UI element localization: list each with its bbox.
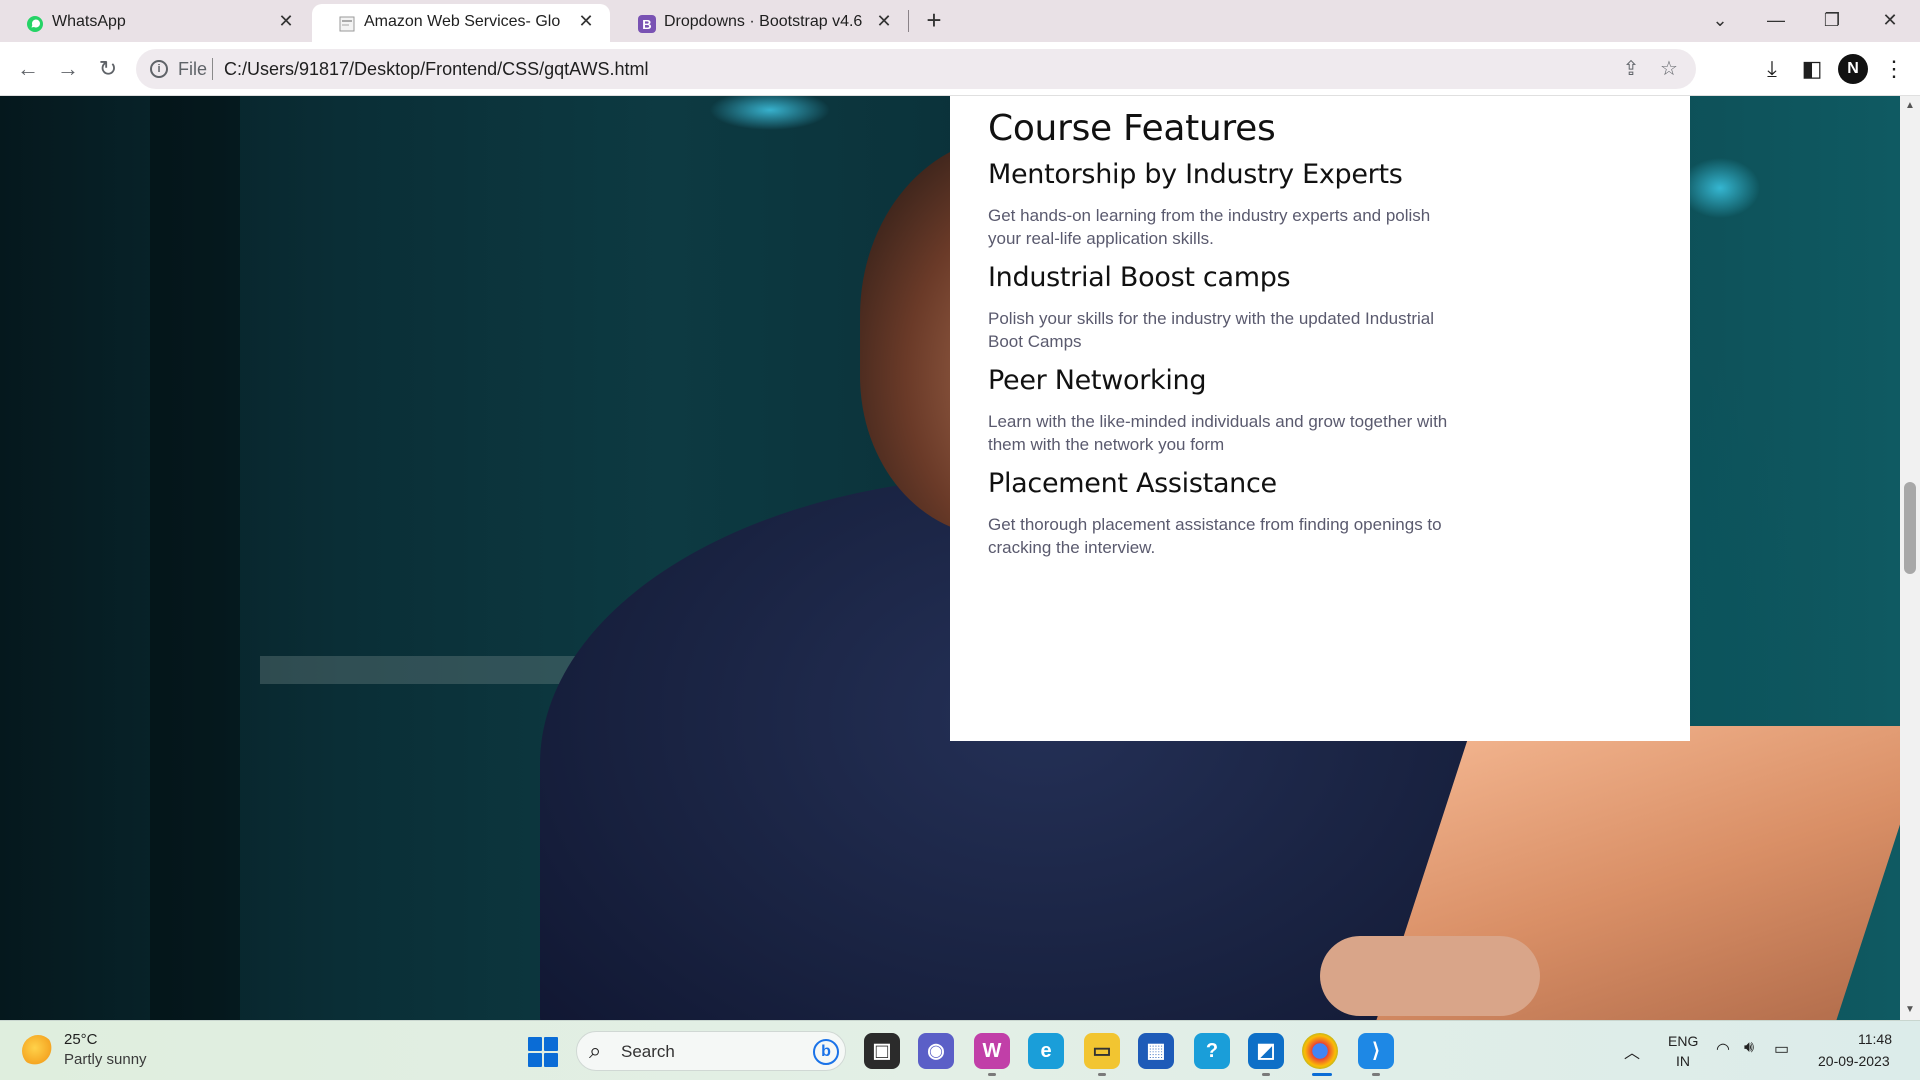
share-icon[interactable]: ⇪ [1620, 58, 1642, 80]
media-app-icon[interactable]: W [974, 1033, 1010, 1069]
tab-label: Amazon Web Services- Global Q [364, 13, 560, 30]
feature-title: Industrial Boost camps [988, 262, 1291, 293]
close-icon[interactable]: ✕ [276, 11, 296, 31]
svg-text:B: B [642, 17, 651, 32]
scroll-up-arrow-icon[interactable]: ▲ [1905, 100, 1915, 111]
feature-item: Mentorship by Industry Experts Get hands… [988, 159, 1652, 250]
search-icon: ⌕ [589, 1038, 602, 1063]
page-title: Course Features [988, 108, 1276, 149]
hand [1320, 936, 1540, 1016]
chat-app-icon[interactable]: ◩ [1248, 1033, 1284, 1069]
back-arrow-icon[interactable]: ← [14, 55, 42, 83]
tab-bootstrap-dropdowns[interactable]: B Dropdowns · Bootstrap v4.6 ✕ [612, 4, 908, 42]
feature-text: Get thorough placement assistance from f… [988, 515, 1442, 557]
forward-arrow-icon[interactable]: → [54, 55, 82, 83]
info-icon[interactable]: i [150, 60, 168, 78]
address-bar[interactable]: i File C:/Users/91817/Desktop/Frontend/C… [136, 49, 1696, 89]
taskbar-search[interactable]: ⌕ Search b [576, 1031, 846, 1071]
battery-icon[interactable]: ▭ [1774, 1039, 1789, 1059]
close-icon[interactable]: ✕ [576, 11, 596, 31]
menu-kebab-icon[interactable]: ⋮ [1880, 55, 1908, 83]
feature-title: Peer Networking [988, 365, 1207, 396]
feature-text: Polish your skills for the industry with… [988, 309, 1435, 351]
url-text[interactable]: C:/Users/91817/Desktop/Frontend/CSS/gqtA… [224, 59, 649, 80]
active-indicator [1312, 1073, 1332, 1076]
clock-time[interactable]: 11:48 [1858, 1031, 1892, 1047]
feature-title: Mentorship by Industry Experts [988, 159, 1403, 190]
new-tab-button[interactable]: + [920, 7, 948, 35]
scrollbar-thumb[interactable] [1904, 482, 1916, 574]
bookmark-star-icon[interactable]: ☆ [1658, 58, 1680, 80]
running-indicator [988, 1073, 996, 1076]
whatsapp-icon [27, 16, 43, 32]
tab-separator [908, 10, 909, 32]
clock-date[interactable]: 20-09-2023 [1818, 1053, 1890, 1069]
file-explorer-icon[interactable]: ▭ [1084, 1033, 1120, 1069]
divider [212, 58, 213, 80]
microsoft-store-icon[interactable]: ▦ [1138, 1033, 1174, 1069]
tab-whatsapp[interactable]: WhatsApp ✕ [0, 4, 310, 42]
tab-amazon-web-services[interactable]: Amazon Web Services- Global Q ✕ [312, 4, 610, 42]
bootstrap-icon: B [638, 15, 656, 33]
page-viewport: Course Features Mentorship by Industry E… [0, 96, 1900, 1020]
feature-text: Learn with the like-minded individuals a… [988, 412, 1448, 454]
search-label: Search [621, 1042, 675, 1061]
page-icon [339, 16, 355, 32]
browser-toolbar: ← → ↻ i File C:/Users/91817/Desktop/Fron… [0, 42, 1920, 96]
wifi-icon[interactable]: ◠ [1716, 1039, 1730, 1059]
weather-temperature[interactable]: 25°C [64, 1031, 98, 1048]
close-icon[interactable]: ✕ [874, 11, 894, 31]
feature-item: Peer Networking Learn with the like-mind… [988, 365, 1652, 456]
task-view-icon[interactable]: ▣ [864, 1033, 900, 1069]
running-indicator [1098, 1073, 1106, 1076]
vscode-icon[interactable]: ⟩ [1358, 1033, 1394, 1069]
feature-text: Get hands-on learning from the industry … [988, 206, 1431, 248]
close-window-button[interactable]: ✕ [1870, 6, 1910, 34]
feature-title: Placement Assistance [988, 468, 1277, 499]
windows-taskbar: 25°C Partly sunny ⌕ Search b ▣ ◉ W e ▭ ▦… [0, 1020, 1920, 1080]
background-shadow [150, 96, 240, 1020]
edge-icon[interactable]: e [1028, 1033, 1064, 1069]
tab-label: Dropdowns · Bootstrap v4.6 [664, 13, 863, 30]
weather-partly-sunny-icon[interactable] [22, 1035, 54, 1067]
minimize-button[interactable]: — [1756, 6, 1796, 34]
tab-strip: WhatsApp ✕ Amazon Web Services- Global Q… [0, 0, 1920, 42]
restore-button[interactable]: ❐ [1812, 6, 1852, 34]
feature-item: Placement Assistance Get thorough placem… [988, 468, 1652, 559]
language-indicator[interactable]: ENG [1668, 1033, 1698, 1049]
windows-start-icon[interactable] [528, 1037, 558, 1067]
page-scrollbar[interactable]: ▲ ▼ [1900, 96, 1920, 1020]
feature-item: Industrial Boost camps Polish your skill… [988, 262, 1652, 353]
running-indicator [1372, 1073, 1380, 1076]
scroll-down-arrow-icon[interactable]: ▼ [1905, 1004, 1915, 1015]
running-indicator [1262, 1073, 1270, 1076]
region-indicator[interactable]: IN [1676, 1053, 1690, 1069]
weather-description[interactable]: Partly sunny [64, 1051, 147, 1068]
volume-icon[interactable]: 🔊︎ [1744, 1039, 1754, 1057]
chrome-icon[interactable] [1302, 1033, 1338, 1069]
show-hidden-icons-chevron-icon[interactable]: ︿ [1624, 1039, 1640, 1063]
course-features-card: Course Features Mentorship by Industry E… [950, 96, 1690, 741]
url-scheme-label: File [178, 59, 208, 79]
avatar[interactable]: N [1838, 54, 1868, 84]
side-panel-icon[interactable]: ◧ [1798, 55, 1826, 83]
bing-icon[interactable]: b [813, 1039, 839, 1065]
reload-icon[interactable]: ↻ [94, 55, 122, 83]
help-icon[interactable]: ? [1194, 1033, 1230, 1069]
tab-label: WhatsApp [52, 13, 126, 30]
teams-chat-icon[interactable]: ◉ [918, 1033, 954, 1069]
download-icon[interactable]: ⤓ [1758, 55, 1786, 83]
tab-search-chevron-icon[interactable]: ⌄ [1700, 6, 1740, 34]
